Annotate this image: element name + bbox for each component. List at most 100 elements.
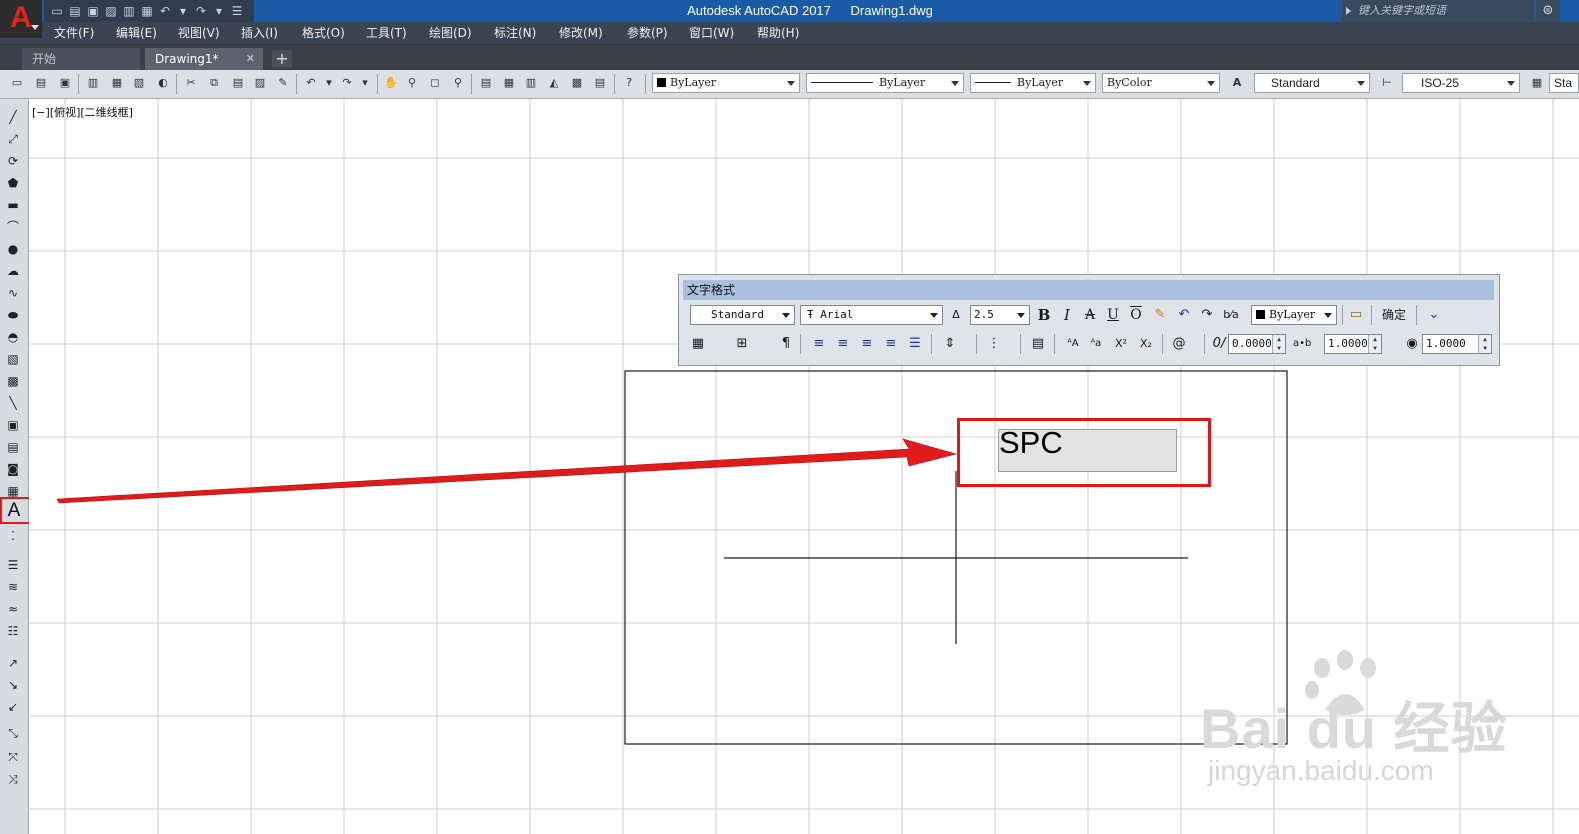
underline-button[interactable]: U xyxy=(1104,306,1122,324)
menu-insert[interactable]: 插入(I) xyxy=(241,22,278,44)
arc-icon[interactable]: ⌒ xyxy=(5,219,21,235)
ruler-icon[interactable]: ▭ xyxy=(1347,306,1365,324)
lowercase-icon[interactable]: ᴬa xyxy=(1087,335,1105,353)
layer-icon[interactable]: ☰ xyxy=(5,557,21,573)
print-icon[interactable]: ▦ xyxy=(140,4,154,18)
pan-icon[interactable]: ✋ xyxy=(384,76,398,90)
redo-icon[interactable]: ↷ xyxy=(1198,306,1216,324)
save-as-icon[interactable]: ▨ xyxy=(104,4,118,18)
hatch-icon[interactable]: ▣ xyxy=(5,417,21,433)
text-formatting-title[interactable]: 文字格式 xyxy=(683,280,1494,300)
menu-modify[interactable]: 修改(M) xyxy=(559,22,603,44)
subscript-icon[interactable]: X₂ xyxy=(1137,335,1155,353)
zoom-window-icon[interactable]: ◻ xyxy=(428,76,442,90)
make-block-icon[interactable]: ▩ xyxy=(5,373,21,389)
tool-palettes-icon[interactable]: ▥ xyxy=(524,76,538,90)
align-left-icon[interactable]: ≡ xyxy=(810,335,828,353)
color-control-dropdown[interactable]: ByLayer xyxy=(652,73,800,93)
plot-icon[interactable]: ▥ xyxy=(122,4,136,18)
dimension-linear-icon[interactable]: ↗ xyxy=(5,655,21,671)
menu-parametric[interactable]: 参数(P) xyxy=(627,22,668,44)
menu-format[interactable]: 格式(O) xyxy=(302,22,345,44)
text-height-dropdown[interactable]: 2.5 xyxy=(970,305,1030,325)
tracking-spinner[interactable]: 1.0000 ▲ ▼ xyxy=(1324,334,1382,354)
table-style-icon[interactable]: ▦ xyxy=(1530,76,1544,90)
cut-icon[interactable]: ✂ xyxy=(184,76,198,90)
save-icon[interactable]: ▣ xyxy=(58,76,72,90)
superscript-icon[interactable]: X² xyxy=(1112,335,1130,353)
linetype-control-dropdown[interactable]: ByLayer xyxy=(806,73,964,93)
sheet-set-icon[interactable]: ◭ xyxy=(547,76,561,90)
columns-icon[interactable]: ▦ xyxy=(689,335,707,353)
spline-icon[interactable]: ∿ xyxy=(5,285,21,301)
insert-field-icon[interactable]: ▤ xyxy=(1029,335,1047,353)
circle-icon[interactable]: ● xyxy=(5,241,21,257)
new-file-icon[interactable]: ▭ xyxy=(50,4,64,18)
overline-button[interactable]: O xyxy=(1127,306,1145,324)
layer-iso-icon[interactable]: ☷ xyxy=(5,623,21,639)
help-search-input[interactable]: 键入关键字或短语 xyxy=(1342,0,1534,22)
ok-button[interactable]: 确定 xyxy=(1379,306,1409,324)
stack-icon[interactable]: b⁄a xyxy=(1222,306,1240,324)
font-case-icon[interactable]: ✎ xyxy=(1151,306,1169,324)
symbol-icon[interactable]: @ xyxy=(1170,335,1188,353)
gradient-icon[interactable]: ▤ xyxy=(5,439,21,455)
spinner-arrows-icon[interactable]: ▲ ▼ xyxy=(1368,335,1381,353)
save-icon[interactable]: ▣ xyxy=(86,4,100,18)
undo-icon[interactable]: ↶ xyxy=(1175,306,1193,324)
polyline-icon[interactable]: ⟳ xyxy=(5,153,21,169)
undo-dropdown-icon[interactable]: ▾ xyxy=(322,76,336,90)
modify-stretch-icon[interactable]: ⤡ xyxy=(5,725,21,741)
menu-draw[interactable]: 绘图(D) xyxy=(429,22,472,44)
undo-icon[interactable]: ↶ xyxy=(158,4,172,18)
italic-button[interactable]: I xyxy=(1058,306,1076,324)
menu-tools[interactable]: 工具(T) xyxy=(366,22,407,44)
redo-dropdown-icon[interactable]: ▾ xyxy=(358,76,372,90)
open-icon[interactable]: ▤ xyxy=(34,76,48,90)
paragraph-icon[interactable]: ¶ xyxy=(777,335,795,353)
binoculars-search-icon[interactable]: ⊜ xyxy=(1536,0,1560,22)
line-icon[interactable]: ╱ xyxy=(5,109,21,125)
font-dropdown[interactable]: Ŧ Arial xyxy=(800,305,943,325)
menu-help[interactable]: 帮助(H) xyxy=(757,22,799,44)
text-style-dropdown[interactable]: Standard xyxy=(1254,73,1370,93)
mtext-justification-icon[interactable]: ⊞ xyxy=(733,335,751,353)
lineweight-control-dropdown[interactable]: ByLayer xyxy=(970,73,1096,93)
text-color-dropdown[interactable]: ByLayer xyxy=(1251,305,1337,325)
customize-qat-icon[interactable]: ☰ xyxy=(230,4,244,18)
plot-preview-icon[interactable]: ▦ xyxy=(110,76,124,90)
construction-line-icon[interactable]: ⤢ xyxy=(5,131,21,147)
plot-icon[interactable]: ▥ xyxy=(86,76,100,90)
annotative-icon[interactable]: Δ xyxy=(947,306,965,324)
align-right-icon[interactable]: ≡ xyxy=(858,335,876,353)
justify-icon[interactable]: ≡ xyxy=(882,335,900,353)
3d-print-icon[interactable]: ◐ xyxy=(156,76,170,90)
markup-icon[interactable]: ▩ xyxy=(570,76,584,90)
menu-file[interactable]: 文件(F) xyxy=(54,22,94,44)
help-icon[interactable]: ? xyxy=(622,76,636,90)
zoom-previous-icon[interactable]: ⚲ xyxy=(451,76,465,90)
bold-button[interactable]: B xyxy=(1035,306,1053,324)
spinner-arrows-icon[interactable]: ▲ ▼ xyxy=(1478,335,1491,353)
block-editor-icon[interactable]: ✎ xyxy=(276,76,290,90)
dimension-style-icon[interactable]: ⊢ xyxy=(1380,76,1394,90)
menu-window[interactable]: 窗口(W) xyxy=(689,22,734,44)
new-tab-button[interactable]: + xyxy=(272,50,292,68)
tab-drawing1[interactable]: Drawing1* ✕ xyxy=(145,48,263,70)
autocad-app-menu-button[interactable]: A xyxy=(0,0,42,38)
redo-icon[interactable]: ↷ xyxy=(194,4,208,18)
polygon-icon[interactable]: ⬟ xyxy=(5,175,21,191)
add-selected-icon[interactable]: ⁚ xyxy=(5,528,21,544)
align-center-icon[interactable]: ≡ xyxy=(834,335,852,353)
modify-extend-icon[interactable]: ⤨ xyxy=(5,771,21,787)
revcloud-icon[interactable]: ☁ xyxy=(5,263,21,279)
dimension-arc-icon[interactable]: ↙ xyxy=(5,699,21,715)
match-properties-icon[interactable]: ▨ xyxy=(253,76,267,90)
paste-icon[interactable]: ▤ xyxy=(231,76,245,90)
region-icon[interactable]: ◙ xyxy=(5,461,21,477)
calculator-icon[interactable]: ▤ xyxy=(593,76,607,90)
expand-search-icon[interactable] xyxy=(1346,7,1351,15)
insert-block-icon[interactable]: ▧ xyxy=(5,351,21,367)
point-icon[interactable]: ╲ xyxy=(5,395,21,411)
table-style-dropdown[interactable]: Sta xyxy=(1549,73,1579,93)
